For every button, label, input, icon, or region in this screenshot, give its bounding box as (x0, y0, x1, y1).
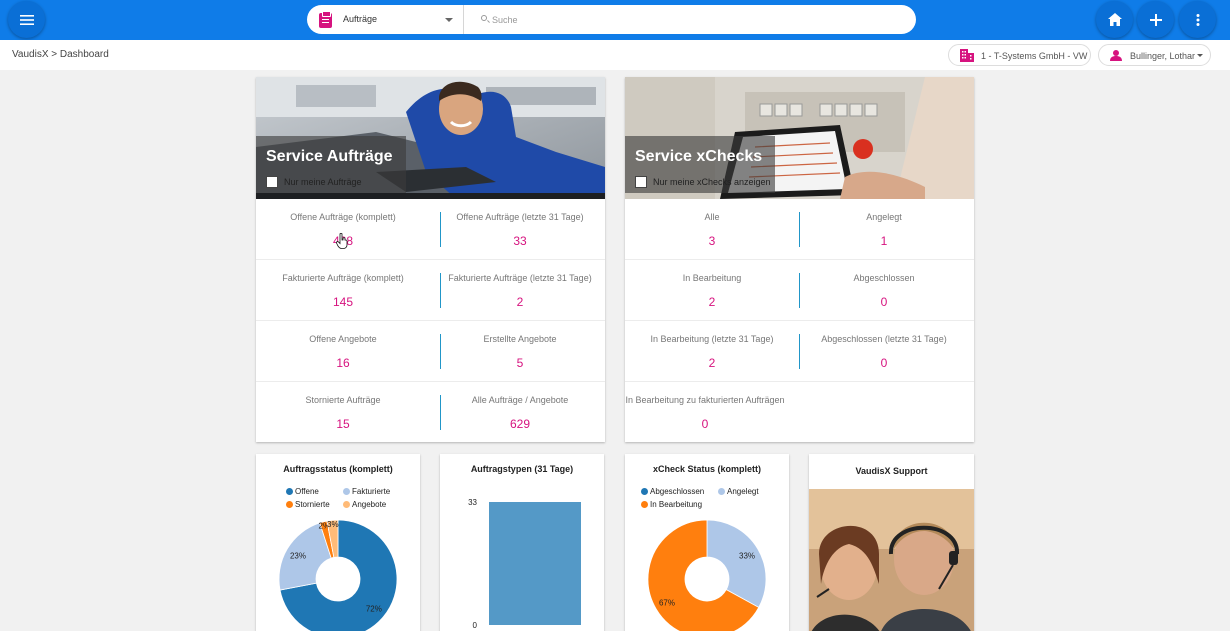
order-status-chart-card: Auftragsstatus (komplett) Offene Fakturie… (256, 454, 420, 631)
chart-legend: Abgeschlossen Angelegt In Bearbeitung (641, 487, 786, 513)
stat-cancelled-orders[interactable]: Stornierte Aufträge 15 (256, 395, 430, 431)
legend-label: In Bearbeitung (650, 500, 703, 509)
stat-invoiced-orders-total[interactable]: Fakturierte Aufträge (komplett) 145 (256, 273, 430, 309)
order-types-bar-chart: 3301 (468, 498, 581, 631)
chart-title: Auftragsstatus (komplett) (283, 464, 393, 474)
stat-xchecks-completed[interactable]: Abgeschlossen 0 (797, 273, 971, 309)
user-menu[interactable]: Bullinger, Lothar (1098, 44, 1211, 66)
service-xchecks-image: Service xChecks Nur meine xChecks anzeig… (625, 77, 974, 199)
legend-label: Stornierte (295, 500, 330, 509)
stat-xchecks-in-progress-invoiced[interactable]: In Bearbeitung zu fakturierten Aufträgen… (625, 395, 785, 431)
service-xchecks-card: Service xChecks Nur meine xChecks anzeig… (625, 77, 974, 442)
card-title: Service xChecks (635, 148, 763, 165)
legend-label: Angebote (352, 500, 387, 509)
home-icon (1107, 13, 1122, 26)
stat-xchecks-in-progress[interactable]: In Bearbeitung 2 (625, 273, 799, 309)
pie-value-label: 33% (739, 551, 755, 560)
y-tick-label: 0 (473, 621, 478, 630)
support-card[interactable]: VaudisX Support (809, 454, 974, 631)
legend-label: Angelegt (727, 487, 759, 496)
legend-swatch (641, 501, 648, 508)
menu-button[interactable] (8, 1, 45, 38)
clipboard-icon (319, 11, 332, 28)
only-my-xchecks-checkbox[interactable] (635, 176, 647, 188)
legend-item[interactable]: Offene (286, 487, 319, 496)
add-button[interactable] (1137, 1, 1174, 38)
module-select[interactable]: Aufträge (307, 5, 464, 34)
company-selector[interactable]: 1 - T-Systems GmbH - VW (948, 44, 1091, 66)
legend-swatch (343, 501, 350, 508)
hand-cursor-icon (336, 233, 348, 249)
only-my-orders-checkbox[interactable] (266, 176, 278, 188)
company-label: 1 - T-Systems GmbH - VW (981, 51, 1088, 61)
user-label: Bullinger, Lothar (1130, 51, 1196, 61)
chart-title: xCheck Status (komplett) (652, 464, 762, 474)
legend-label: Abgeschlossen (650, 487, 705, 496)
xcheck-status-chart-card: xCheck Status (komplett) Abgeschlossen An… (625, 454, 789, 631)
legend-label: Offene (295, 487, 319, 496)
stat-xchecks-completed-31-days[interactable]: Abgeschlossen (letzte 31 Tage) 0 (797, 334, 971, 370)
more-vertical-icon (1196, 13, 1199, 26)
support-photo (809, 489, 974, 631)
stat-xchecks-all[interactable]: Alle 3 (625, 212, 799, 248)
legend-label: Fakturierte (352, 487, 391, 496)
legend-item[interactable]: Stornierte (286, 500, 330, 509)
chevron-down-icon (445, 18, 453, 22)
stat-all-orders-offers[interactable]: Alle Aufträge / Angebote 629 (433, 395, 605, 431)
order-status-pie: 72%23%2%3% (278, 519, 398, 631)
chevron-down-icon (1197, 54, 1203, 57)
home-button[interactable] (1096, 1, 1133, 38)
legend-swatch (718, 488, 725, 495)
more-button[interactable] (1179, 1, 1216, 38)
pie-value-label: 67% (659, 599, 675, 608)
building-icon (960, 49, 974, 62)
legend-swatch (641, 488, 648, 495)
pie-value-label: 23% (290, 551, 306, 560)
card-title: Service Aufträge (266, 148, 393, 165)
top-bar: Aufträge (0, 0, 1230, 40)
user-icon (1110, 50, 1122, 61)
order-types-chart-card: Auftragstypen (31 Tage) 3301 (440, 454, 604, 631)
legend-item[interactable]: Angelegt (718, 487, 759, 496)
legend-swatch (286, 488, 293, 495)
service-auftraege-image: Service Aufträge Nur meine Aufträge (256, 77, 605, 199)
pie-slice-angelegt[interactable] (706, 519, 767, 608)
stat-xchecks-in-progress-31-days[interactable]: In Bearbeitung (letzte 31 Tage) 2 (625, 334, 799, 370)
sub-header: VaudisX > Dashboard 1 - T-Systems GmbH -… (0, 40, 1230, 70)
breadcrumb[interactable]: VaudisX > Dashboard (12, 49, 109, 60)
bar-1[interactable] (489, 502, 581, 625)
support-title: VaudisX Support (855, 466, 928, 476)
stat-open-offers[interactable]: Offene Angebote 16 (256, 334, 430, 370)
legend-item[interactable]: Angebote (343, 500, 386, 509)
checkbox-label: Nur meine xChecks anzeigen (653, 177, 771, 187)
checkbox-label: Nur meine Aufträge (284, 177, 362, 187)
y-tick-label: 33 (468, 498, 477, 507)
service-auftraege-card: Service Aufträge Nur meine Aufträge Offe… (256, 77, 605, 442)
stat-open-orders-31-days[interactable]: Offene Aufträge (letzte 31 Tage) 33 (433, 212, 605, 248)
legend-item[interactable]: Abgeschlossen (641, 487, 704, 496)
search-bar: Aufträge (307, 5, 916, 34)
hamburger-icon (19, 14, 34, 25)
chart-title: Auftragstypen (31 Tage) (470, 464, 574, 474)
legend-swatch (343, 488, 350, 495)
search-input[interactable] (473, 5, 903, 34)
stat-invoiced-orders-31-days[interactable]: Fakturierte Aufträge (letzte 31 Tage) 2 (433, 273, 605, 309)
stat-created-offers[interactable]: Erstellte Angebote 5 (433, 334, 605, 370)
chart-legend: Offene Fakturierte Stornierte Angebote (286, 487, 416, 513)
pie-value-label: 3% (327, 520, 339, 529)
pie-value-label: 72% (366, 605, 382, 614)
plus-icon (1149, 13, 1162, 26)
stat-xchecks-created[interactable]: Angelegt 1 (797, 212, 971, 248)
legend-item[interactable]: Fakturierte (343, 487, 390, 496)
legend-swatch (286, 501, 293, 508)
legend-item[interactable]: In Bearbeitung (641, 500, 702, 509)
xcheck-status-pie: 33% 67% (647, 519, 767, 631)
module-select-label: Aufträge (343, 14, 378, 24)
